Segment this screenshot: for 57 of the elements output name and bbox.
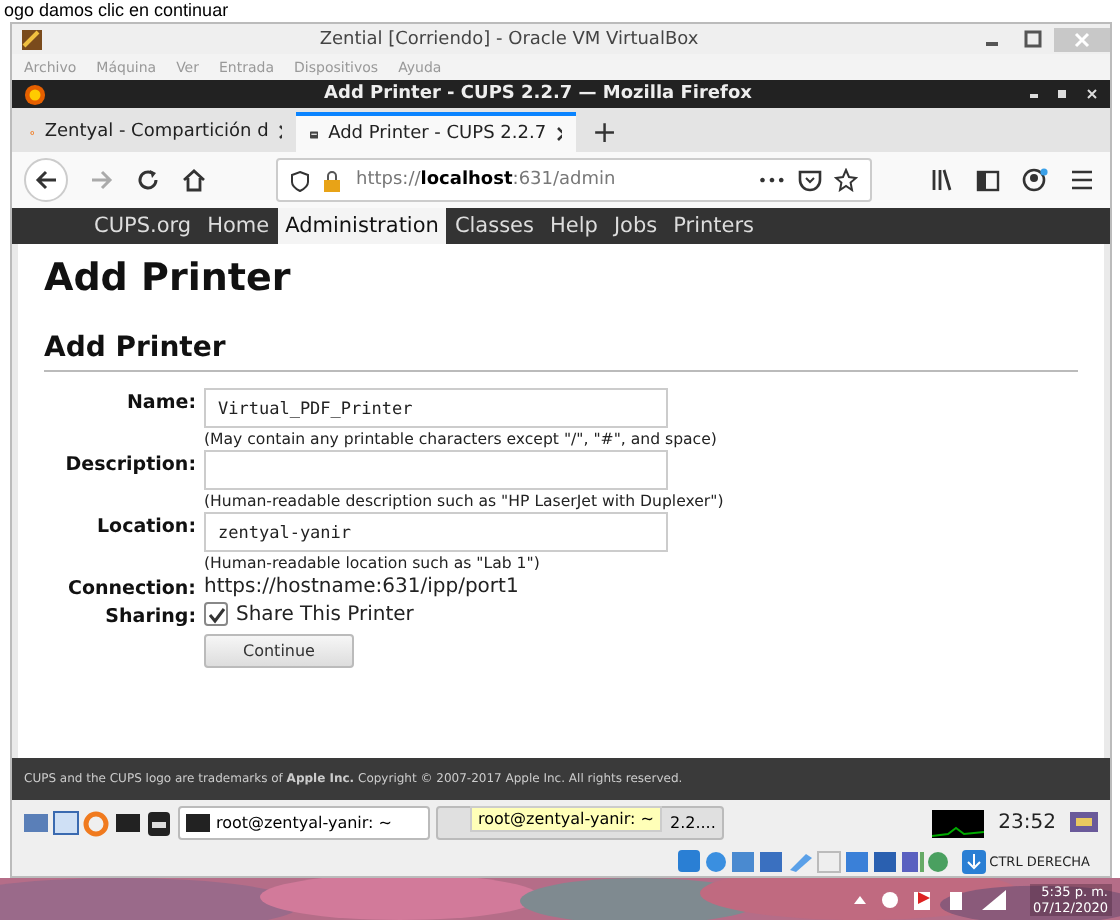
field-label: Description: [63,452,196,480]
address-bar[interactable]: https://localhost:631/admin ••• [276,158,872,202]
star-icon[interactable] [834,168,858,192]
field-label: Name: [124,390,196,418]
library-icon[interactable] [930,168,954,192]
url-text[interactable]: https://localhost:631/admin [356,170,746,190]
monitor-icon[interactable] [1070,811,1098,835]
tray-icons-drawing[interactable] [849,887,1010,911]
back-icon [34,168,58,192]
globe-icon [24,83,46,105]
window-title: Zential [Corriendo] - Oracle VM VirtualBox [317,29,701,49]
cube-icon [20,27,44,51]
tooltip: root@zentyal-yanir: ~ [470,806,662,832]
text-field[interactable]: Virtual_PDF_Printer [204,388,668,428]
checkbox[interactable] [204,602,228,626]
section-heading: Add Printer [44,330,1078,372]
clock: 23:52 [998,812,1056,834]
back-button[interactable] [24,158,68,202]
pocket-icon[interactable] [798,169,822,191]
window-controls-icon[interactable] [1030,88,1098,100]
new-tab-button[interactable]: + [576,112,634,152]
field-label: Location: [94,514,196,542]
page-heading: Add Printer [44,254,293,304]
reload-icon[interactable] [136,168,160,192]
more-button[interactable]: ••• [757,171,786,189]
text-field[interactable] [204,450,668,490]
nav-link[interactable]: Jobs [605,208,666,244]
field-label: Connection: [66,576,196,600]
browser-tab[interactable]: Add Printer - CUPS 2.2.7 [296,112,576,152]
account-icon[interactable] [1022,168,1048,192]
nav-link[interactable]: Classes [446,208,542,244]
continue-button[interactable]: Continue [204,634,354,668]
task-label: root@zentyal-yanir: ~ [216,814,392,832]
checkbox-label: Share This Printer [236,602,414,626]
field-label: Sharing: [103,604,196,628]
lock-icon[interactable] [322,169,344,191]
shield-icon[interactable] [290,169,310,191]
taskbar-button[interactable]: root@zentyal-yanir: ~ [178,806,430,840]
task-label: 2.2.... [670,814,716,832]
sidebar-icon[interactable] [976,169,1000,191]
taskbar-icons-drawing[interactable] [24,809,172,837]
caption-text: ogo damos clic en continuar [2,0,229,22]
nav-link[interactable]: Printers [665,208,763,244]
nav-link[interactable]: Home [199,208,278,244]
terminal-icon [186,813,210,833]
menu-icon[interactable] [1070,170,1094,190]
nav-link[interactable]: CUPS.org [86,208,200,244]
download-icon[interactable] [961,849,986,873]
connection-url: https://hostname:631/ipp/port1 [204,574,519,598]
home-icon[interactable] [182,168,206,192]
text-field[interactable]: zentyal-yanir [204,512,668,552]
browser-title: Add Printer - CUPS 2.2.7 — Mozilla Firefox [322,84,754,104]
cpu-graph-icon [932,809,985,837]
nav-link[interactable]: Help [542,208,606,244]
nav-link[interactable]: Administration [277,208,447,244]
browser-tab[interactable]: Zentyal - Compartición d [16,112,296,152]
maximize-icon [1023,30,1041,48]
